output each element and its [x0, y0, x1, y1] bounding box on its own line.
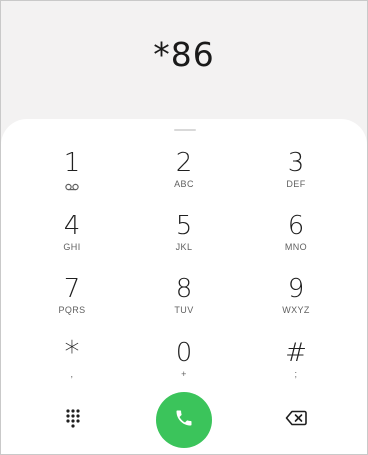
key-letters: MNO: [284, 242, 308, 252]
key-2[interactable]: 2 ABC: [144, 149, 224, 205]
key-digit: 1: [63, 148, 81, 178]
key-letters: WXYZ: [282, 305, 310, 315]
key-3[interactable]: 3 DEF: [256, 149, 336, 205]
key-0[interactable]: 0 +: [144, 339, 224, 395]
keypad-grid-button[interactable]: [53, 400, 93, 440]
key-digit: 4: [63, 211, 81, 241]
key-letters: GHI: [63, 242, 81, 252]
key-5[interactable]: 5 JKL: [144, 212, 224, 268]
keypad-grid-icon: [65, 408, 81, 433]
key-6[interactable]: 6 MNO: [256, 212, 336, 268]
key-digit: 7: [63, 274, 81, 304]
key-8[interactable]: 8 TUV: [144, 275, 224, 331]
key-digit: #: [285, 338, 307, 368]
key-digit: 3: [287, 148, 305, 178]
key-digit: 5: [175, 211, 193, 241]
key-letters: +: [181, 369, 187, 379]
voicemail-icon: [32, 178, 112, 191]
phone-icon: [174, 408, 194, 433]
key-4[interactable]: 4 GHI: [32, 212, 112, 268]
call-button[interactable]: [156, 392, 212, 448]
key-letters: DEF: [286, 179, 306, 189]
key-9[interactable]: 9 WXYZ: [256, 275, 336, 331]
key-letters: TUV: [174, 305, 194, 315]
key-digit: 6: [287, 211, 305, 241]
backspace-button[interactable]: [276, 400, 316, 440]
sheet-handle[interactable]: [174, 129, 196, 131]
key-hash[interactable]: # ;: [256, 339, 336, 395]
key-digit: *: [64, 335, 80, 370]
key-star[interactable]: * ,: [32, 335, 112, 395]
key-letters: ABC: [174, 179, 194, 189]
key-letters: ,: [70, 369, 74, 379]
dialer-screen: *86 1 2 ABC 3 DEF 4 GHI 5 JKL 6 MNO 7 PQ…: [0, 0, 368, 455]
key-digit: 8: [175, 274, 193, 304]
key-1[interactable]: 1: [32, 149, 112, 205]
key-digit: 9: [287, 274, 305, 304]
key-digit: 2: [175, 148, 193, 178]
key-7[interactable]: 7 PQRS: [32, 275, 112, 331]
dialed-number[interactable]: *86: [1, 35, 367, 74]
backspace-icon: [285, 410, 307, 431]
key-letters: PQRS: [58, 305, 86, 315]
key-letters: JKL: [175, 242, 193, 252]
key-digit: 0: [175, 338, 193, 368]
key-letters: ;: [294, 369, 298, 379]
